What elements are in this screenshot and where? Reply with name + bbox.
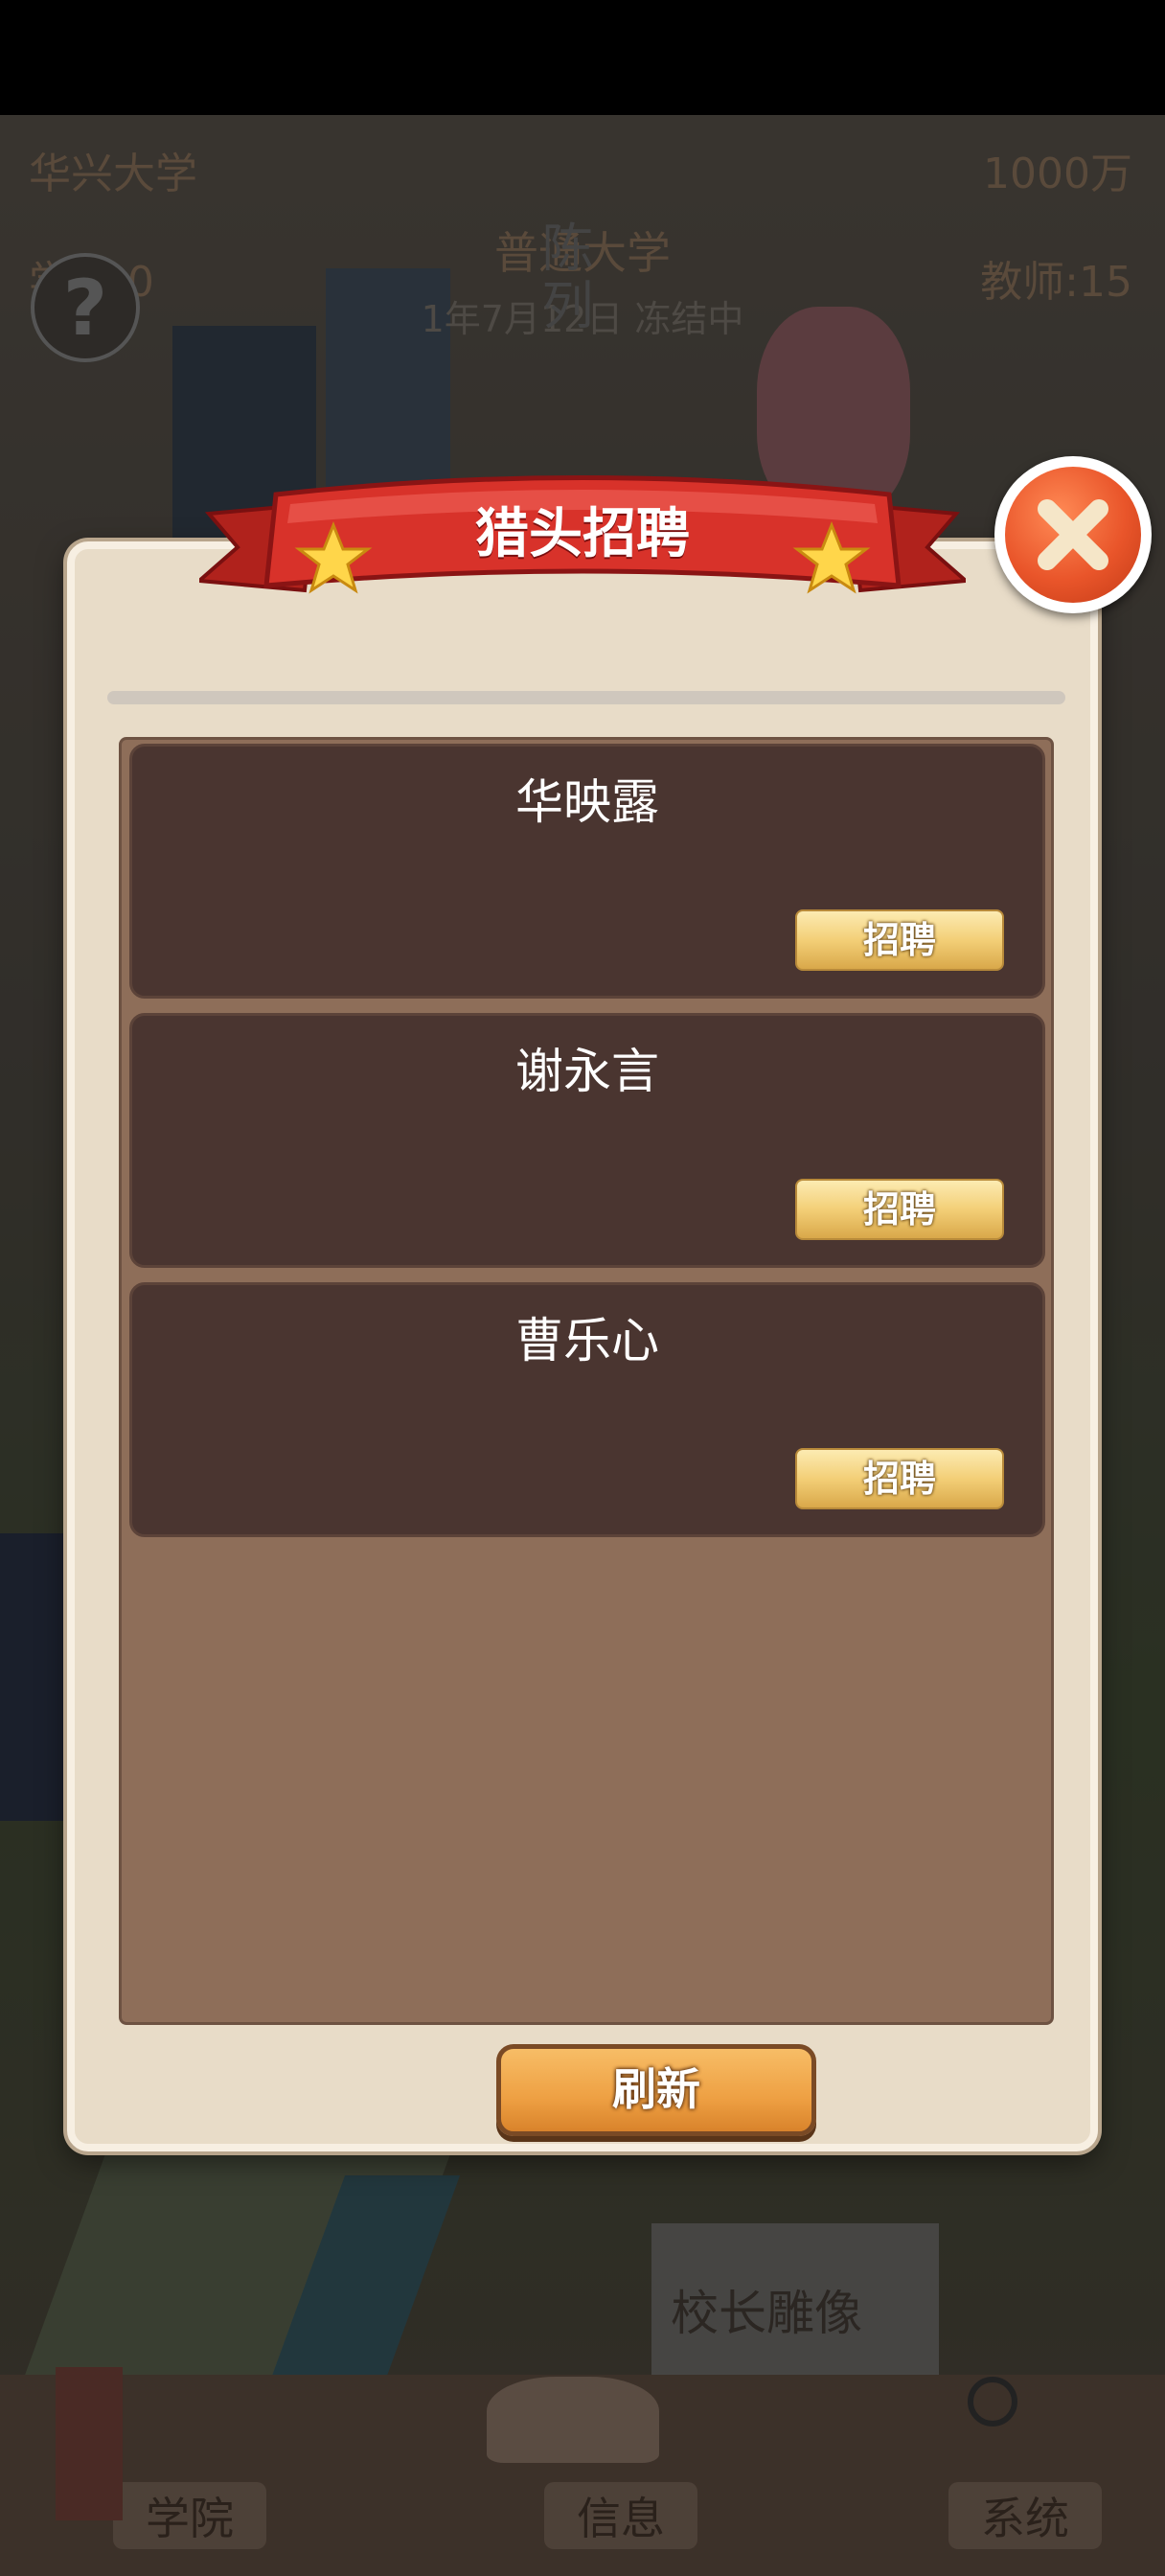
candidate-list[interactable]: 华映露 招聘 谢永言 招聘 曹乐心 招聘 (119, 737, 1054, 2025)
nav-info-button[interactable]: 信息 (487, 2377, 697, 2549)
help-button[interactable]: ? (31, 253, 140, 362)
statue-label: 校长雕像 (671, 2286, 862, 2341)
candidate-name: 曹乐心 (515, 1313, 659, 1368)
candidate-card: 曹乐心 招聘 (129, 1282, 1045, 1537)
candidate-card: 华映露 招聘 (129, 744, 1045, 999)
exhibit-banner-text: 陈列 (533, 220, 593, 335)
nav-college-button[interactable]: 学院 (56, 2367, 266, 2549)
candidate-name: 谢永言 (515, 1044, 659, 1099)
nav-system-button[interactable]: 系统 (948, 2377, 1102, 2549)
question-icon: ? (62, 263, 108, 353)
candidate-name: 华映露 (515, 774, 659, 830)
hire-button[interactable]: 招聘 (795, 1448, 1004, 1509)
nav-system-label: 系统 (981, 2493, 1069, 2544)
close-icon (1038, 499, 1108, 570)
hire-button[interactable]: 招聘 (795, 909, 1004, 971)
close-button[interactable] (994, 456, 1152, 613)
refresh-button[interactable]: 刷新 (496, 2044, 816, 2136)
nav-info-label: 信息 (577, 2493, 665, 2544)
building-icon (56, 2367, 123, 2520)
hire-button[interactable]: 招聘 (795, 1179, 1004, 1240)
dialog-divider (107, 691, 1065, 704)
money-display: 1000万 (983, 150, 1132, 198)
book-icon (487, 2377, 659, 2463)
close-button-face (1005, 467, 1141, 603)
university-name: 华兴大学 (29, 150, 197, 198)
candidate-card: 谢永言 招聘 (129, 1013, 1045, 1268)
nav-college-label: 学院 (146, 2493, 234, 2544)
magnifier-icon (968, 2377, 1017, 2426)
dialog-title: 猎头招聘 (475, 503, 690, 565)
headhunter-dialog: 华映露 招聘 谢永言 招聘 曹乐心 招聘 刷新 (67, 541, 1098, 2151)
